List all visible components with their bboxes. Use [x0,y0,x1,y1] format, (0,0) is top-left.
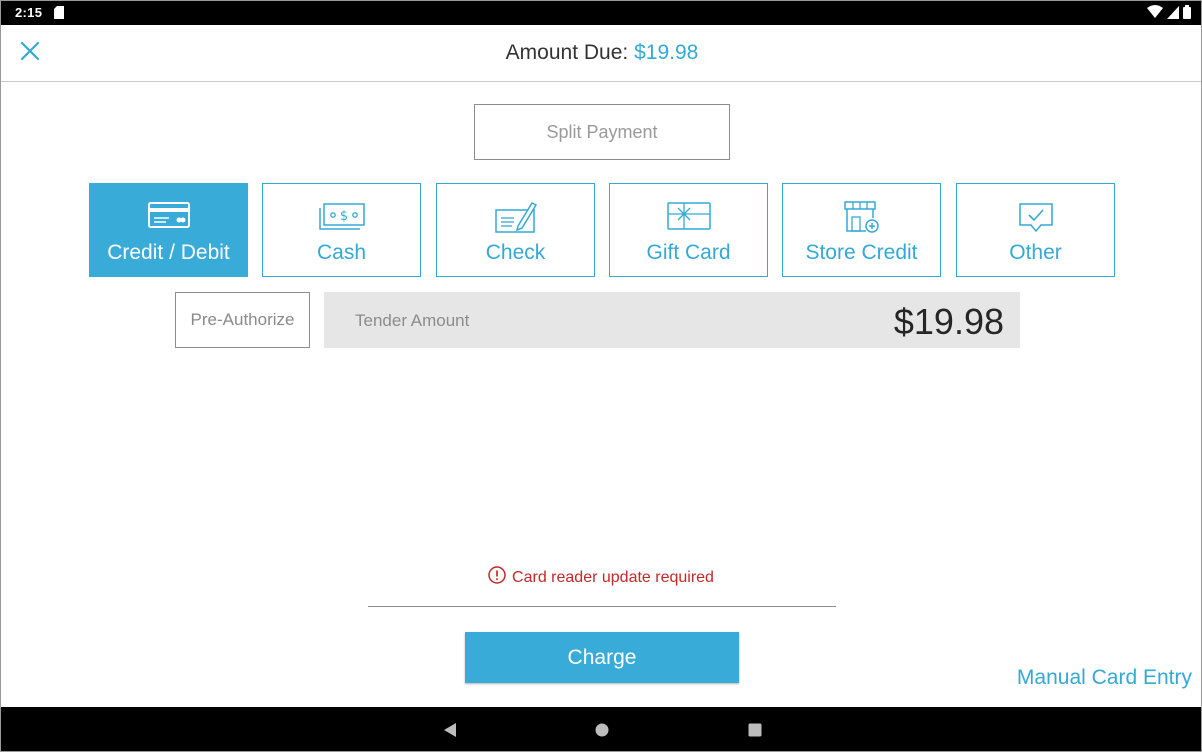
credit-card-icon [90,200,247,234]
tender-credit-debit[interactable]: Credit / Debit [89,183,248,277]
tender-label: Cash [316,241,367,264]
svg-text:$: $ [339,209,347,224]
status-time: 2:15 [15,5,43,20]
recents-icon[interactable] [746,721,764,739]
app-window: 2:15 Amount Due: $19.98 Split Payment Cr… [0,0,1202,752]
tender-cash[interactable]: $ Cash [262,183,421,277]
alert-circle-icon [488,566,506,589]
tender-label: Check [485,241,546,264]
tender-amount-field[interactable]: Tender Amount $19.98 [324,292,1020,348]
back-icon[interactable] [441,721,459,739]
header-bar: Amount Due: $19.98 [1,25,1201,82]
divider [368,606,836,607]
other-icon [957,200,1114,234]
sd-card-icon [54,6,64,24]
pre-authorize-button[interactable]: Pre-Authorize [175,292,310,348]
tender-label: Store Credit [805,241,918,264]
tender-amount-placeholder: Tender Amount [355,311,470,330]
store-credit-icon [783,200,940,234]
gift-card-icon [610,200,767,234]
tender-amount-value: $19.98 [893,301,1004,342]
split-payment-button[interactable]: Split Payment [474,104,730,160]
wifi-icon [1147,5,1163,24]
tender-label: Other [1009,241,1062,264]
tender-check[interactable]: Check [436,183,595,277]
home-icon[interactable] [593,721,611,739]
manual-card-entry-link[interactable]: Manual Card Entry [1017,666,1192,690]
page-title: Amount Due: $19.98 [1,41,1201,65]
tender-other[interactable]: Other [956,183,1115,277]
tender-gift-card[interactable]: Gift Card [609,183,768,277]
card-reader-warning: Card reader update required [1,566,1201,589]
check-icon [437,200,594,234]
warning-text: Card reader update required [512,568,714,586]
battery-icon [1183,5,1191,24]
amount-due-label: Amount Due: [505,41,629,64]
tender-store-credit[interactable]: Store Credit [782,183,941,277]
status-bar: 2:15 [1,1,1201,25]
navigation-bar [1,707,1201,751]
charge-button[interactable]: Charge [465,632,739,683]
system-icons [1147,5,1191,24]
amount-due-value: $19.98 [634,41,699,64]
tender-label: Gift Card [646,241,731,264]
tender-label: Credit / Debit [107,241,230,264]
signal-icon [1167,5,1179,24]
cash-icon: $ [263,200,420,234]
